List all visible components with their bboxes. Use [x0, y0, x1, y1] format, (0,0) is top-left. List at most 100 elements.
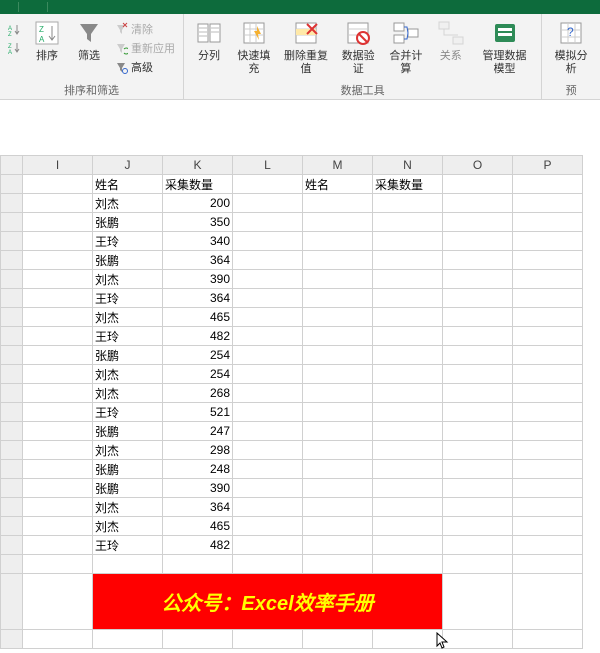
cell[interactable]	[443, 365, 513, 384]
cell[interactable]: 247	[163, 422, 233, 441]
cell[interactable]	[373, 346, 443, 365]
row-header[interactable]	[1, 384, 23, 403]
reapply-button[interactable]: 重新应用	[112, 39, 177, 57]
col-header[interactable]: I	[23, 156, 93, 175]
cell[interactable]	[443, 308, 513, 327]
cell[interactable]	[443, 441, 513, 460]
row-header[interactable]	[1, 365, 23, 384]
cell[interactable]: 姓名	[303, 175, 373, 194]
cell[interactable]	[513, 498, 583, 517]
text-to-columns-button[interactable]: 分列	[190, 16, 228, 65]
advanced-button[interactable]: 高级	[112, 58, 177, 76]
cell[interactable]	[303, 536, 373, 555]
cell[interactable]: 张鹏	[93, 346, 163, 365]
cell[interactable]	[23, 175, 93, 194]
cell[interactable]	[23, 251, 93, 270]
grid[interactable]: I J K L M N O P 姓名采集数量姓名采集数量刘杰200张鹏350王玲…	[0, 155, 583, 649]
cell[interactable]	[233, 403, 303, 422]
row-header[interactable]	[1, 574, 23, 630]
cell[interactable]	[233, 630, 303, 649]
cell[interactable]	[303, 327, 373, 346]
sort-asc-button[interactable]: AZ	[6, 22, 24, 38]
cell[interactable]	[233, 270, 303, 289]
row-header[interactable]	[1, 479, 23, 498]
cell[interactable]	[513, 289, 583, 308]
cell[interactable]	[23, 403, 93, 422]
row-header[interactable]	[1, 403, 23, 422]
cell[interactable]: 298	[163, 441, 233, 460]
cell[interactable]	[233, 327, 303, 346]
cell[interactable]: 采集数量	[163, 175, 233, 194]
cell[interactable]	[513, 460, 583, 479]
cell[interactable]	[443, 517, 513, 536]
cell[interactable]	[373, 213, 443, 232]
col-header[interactable]: P	[513, 156, 583, 175]
col-header[interactable]: J	[93, 156, 163, 175]
cell[interactable]	[233, 460, 303, 479]
data-model-button[interactable]: 管理数据模型	[474, 16, 536, 78]
cell[interactable]	[513, 232, 583, 251]
filter-button[interactable]: 筛选	[70, 16, 108, 65]
cell[interactable]	[303, 346, 373, 365]
cell[interactable]	[443, 327, 513, 346]
cell[interactable]	[513, 346, 583, 365]
cell[interactable]	[513, 630, 583, 649]
cell[interactable]	[443, 403, 513, 422]
cell[interactable]	[443, 536, 513, 555]
cell[interactable]	[373, 289, 443, 308]
cell[interactable]: 364	[163, 251, 233, 270]
cell[interactable]	[443, 422, 513, 441]
cell[interactable]	[513, 270, 583, 289]
cell[interactable]: 200	[163, 194, 233, 213]
cell[interactable]	[303, 289, 373, 308]
row-header[interactable]	[1, 517, 23, 536]
cell[interactable]	[23, 441, 93, 460]
clear-button[interactable]: 清除	[112, 20, 177, 38]
cell[interactable]: 姓名	[93, 175, 163, 194]
what-if-button[interactable]: ? 模拟分析	[548, 16, 594, 78]
cell[interactable]: 350	[163, 213, 233, 232]
cell[interactable]	[373, 232, 443, 251]
col-header[interactable]: N	[373, 156, 443, 175]
row-header[interactable]	[1, 422, 23, 441]
cell[interactable]: 刘杰	[93, 517, 163, 536]
cell[interactable]	[23, 346, 93, 365]
cell[interactable]: 465	[163, 517, 233, 536]
cell[interactable]	[303, 251, 373, 270]
cell[interactable]	[373, 517, 443, 536]
cell[interactable]	[233, 441, 303, 460]
cell[interactable]	[513, 213, 583, 232]
cell[interactable]	[93, 630, 163, 649]
cell[interactable]	[23, 289, 93, 308]
cell[interactable]	[303, 308, 373, 327]
cell[interactable]	[23, 630, 93, 649]
cell[interactable]: 364	[163, 289, 233, 308]
cell[interactable]	[233, 251, 303, 270]
cell[interactable]	[303, 555, 373, 574]
cell[interactable]	[303, 403, 373, 422]
cell[interactable]	[23, 232, 93, 251]
cell[interactable]	[513, 194, 583, 213]
cell[interactable]	[513, 175, 583, 194]
cell[interactable]	[23, 479, 93, 498]
cell[interactable]	[23, 555, 93, 574]
relationships-button[interactable]: 关系	[432, 16, 470, 65]
cell[interactable]	[373, 327, 443, 346]
col-header[interactable]: K	[163, 156, 233, 175]
cell[interactable]	[373, 555, 443, 574]
cell[interactable]	[443, 630, 513, 649]
row-header[interactable]	[1, 308, 23, 327]
cell[interactable]: 王玲	[93, 536, 163, 555]
cell[interactable]	[233, 536, 303, 555]
cell[interactable]	[23, 365, 93, 384]
cell[interactable]	[513, 422, 583, 441]
cell[interactable]: 刘杰	[93, 194, 163, 213]
cell[interactable]	[233, 194, 303, 213]
cell[interactable]	[513, 251, 583, 270]
cell[interactable]	[513, 555, 583, 574]
cell[interactable]: 465	[163, 308, 233, 327]
cell[interactable]	[233, 384, 303, 403]
cell[interactable]	[23, 460, 93, 479]
cell[interactable]	[373, 630, 443, 649]
cell[interactable]: 采集数量	[373, 175, 443, 194]
